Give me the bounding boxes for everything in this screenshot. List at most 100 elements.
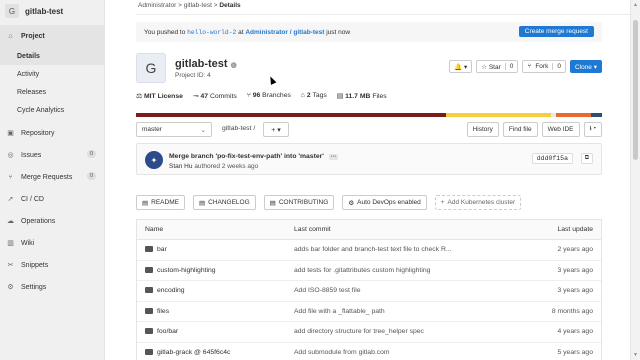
- commit-title[interactable]: Merge branch 'po-fix-test-env-path' into…: [169, 153, 339, 160]
- star-button[interactable]: ☆ Star 0: [476, 60, 519, 73]
- clone-dropdown[interactable]: Clone ▾: [569, 60, 602, 73]
- file-icon: ▤: [198, 199, 206, 207]
- file-last-commit[interactable]: add tests for .gitattributes custom high…: [294, 267, 430, 274]
- branch-icon: ⑂: [246, 92, 251, 99]
- sidebar-sub-activity[interactable]: Activity: [0, 65, 104, 83]
- files-link[interactable]: ▤ 11.7 MB Files: [337, 92, 387, 100]
- file-name-text: bar: [157, 246, 167, 253]
- file-name[interactable]: custom-highlighting: [145, 266, 216, 274]
- sidebar-item-merge-requests[interactable]: ⑂ Merge Requests 0: [0, 166, 104, 188]
- gear-icon: ⚙: [348, 199, 355, 207]
- sidebar-item-label: CI / CD: [21, 195, 44, 203]
- commit-message: Merge branch 'po-fix-test-env-path' into…: [169, 153, 324, 160]
- file-last-commit[interactable]: adds bar folder and branch-test text fil…: [294, 246, 452, 253]
- file-last-commit[interactable]: Add file with a _flattable_ path: [294, 308, 385, 315]
- sidebar-sub-releases[interactable]: Releases: [0, 83, 104, 101]
- breadcrumb-details[interactable]: Details: [219, 2, 240, 9]
- sidebar-item-wiki[interactable]: ▥ Wiki: [0, 232, 104, 254]
- file-tree-table: Name Last commit Last update bar adds ba…: [136, 219, 602, 360]
- folder-icon: [145, 266, 153, 273]
- branch-selector[interactable]: master ⌄: [136, 122, 212, 137]
- find-file-button[interactable]: Find file: [502, 122, 538, 137]
- sidebar-item-ci-cd[interactable]: ➚ CI / CD: [0, 188, 104, 210]
- commit-sha[interactable]: ddd0f15a: [531, 153, 573, 164]
- file-icon: ▤: [336, 93, 344, 100]
- table-row[interactable]: foo/bar add directory structure for tree…: [137, 322, 601, 343]
- mouse-cursor-icon: [267, 75, 277, 85]
- file-name[interactable]: files: [145, 307, 169, 315]
- contributing-label: CONTRIBUTING: [278, 199, 329, 206]
- download-dropdown[interactable]: ⭳ ▾: [583, 122, 602, 137]
- fork-button[interactable]: ⑂ Fork 0: [522, 60, 566, 73]
- sidebar-sub-details[interactable]: Details: [0, 47, 104, 65]
- book-icon: ▣: [7, 130, 14, 137]
- language-bar[interactable]: [136, 113, 602, 117]
- copy-icon[interactable]: ⧉: [580, 153, 593, 164]
- auto-devops-button[interactable]: ⚙ Auto DevOps enabled: [342, 195, 427, 210]
- sidebar-sub-cycle-analytics[interactable]: Cycle Analytics: [0, 101, 104, 119]
- breadcrumb-project[interactable]: gitlab-test: [184, 2, 212, 9]
- sidebar-item-issues[interactable]: ◎ Issues 0: [0, 144, 104, 166]
- table-row[interactable]: encoding Add ISO-8859 test file 3 years …: [137, 281, 601, 302]
- sidebar-item-repository[interactable]: ▣ Repository: [0, 122, 104, 144]
- scroll-up-icon[interactable]: ▲: [633, 2, 638, 8]
- sidebar-project-header[interactable]: G gitlab-test: [0, 0, 104, 22]
- table-row[interactable]: bar adds bar folder and branch-test text…: [137, 240, 601, 261]
- file-name[interactable]: encoding: [145, 287, 185, 294]
- file-name[interactable]: gitlab-grack @ 645f6c4c: [145, 348, 230, 356]
- project-actions: 🔔 ▾ ☆ Star 0 ⑂ Fork 0 Clone ▾: [449, 60, 602, 73]
- sidebar-item-settings[interactable]: ⚙ Settings: [0, 276, 104, 298]
- create-merge-request-button[interactable]: Create merge request: [518, 26, 594, 37]
- commits-count: 47: [200, 93, 209, 100]
- clone-label: Clone ▾: [574, 63, 597, 71]
- table-row[interactable]: custom-highlighting add tests for .gitat…: [137, 261, 601, 281]
- banner-branch[interactable]: hello-world-2: [187, 29, 236, 36]
- fork-count[interactable]: 0: [552, 63, 565, 70]
- file-last-commit[interactable]: Add submodule from gitlab.com: [294, 349, 390, 356]
- file-last-commit[interactable]: add directory structure for tree_helper …: [294, 328, 424, 335]
- table-row[interactable]: files Add file with a _flattable_ path 8…: [137, 302, 601, 322]
- sidebar-item-operations[interactable]: ☁ Operations: [0, 210, 104, 232]
- wiki-icon: ▥: [7, 240, 14, 247]
- notification-dropdown[interactable]: 🔔 ▾: [449, 60, 473, 73]
- commits-link[interactable]: ⊸ 47 Commits: [193, 92, 237, 100]
- license-link[interactable]: ⚖ MIT License: [136, 92, 183, 100]
- page-scrollbar[interactable]: ▲ ▼: [630, 0, 640, 360]
- breadcrumb-admin[interactable]: Administrator: [138, 2, 176, 9]
- file-name[interactable]: bar: [145, 246, 167, 253]
- add-kubernetes-cluster-button[interactable]: + Add Kubernetes cluster: [434, 195, 522, 210]
- breadcrumb-separator: >: [213, 2, 218, 9]
- repo-path[interactable]: gitlab-test /: [222, 125, 255, 132]
- sidebar-item-project[interactable]: ⌂ Project: [0, 25, 104, 47]
- readme-label: README: [151, 199, 179, 206]
- push-banner: You pushed to hello-world-2 at Administr…: [136, 22, 602, 42]
- fork-label: Fork: [535, 63, 549, 70]
- sidebar-item-snippets[interactable]: ✂ Snippets: [0, 254, 104, 276]
- scrollbar-thumb[interactable]: [633, 20, 638, 160]
- banner-repo-link[interactable]: Administrator / gitlab-test: [245, 29, 324, 36]
- file-last-commit[interactable]: Add ISO-8859 test file: [294, 287, 361, 294]
- changelog-button[interactable]: ▤ CHANGELOG: [192, 195, 256, 210]
- sidebar-item-label: Wiki: [21, 239, 35, 247]
- star-count[interactable]: 0: [504, 63, 518, 70]
- globe-icon: ◍: [230, 62, 237, 69]
- table-row[interactable]: gitlab-grack @ 645f6c4c Add submodule fr…: [137, 343, 601, 360]
- folder-icon: [145, 246, 153, 252]
- commit-author[interactable]: Stan Hu: [169, 163, 193, 170]
- language-segment: [136, 113, 446, 117]
- readme-button[interactable]: ▤ README: [136, 195, 185, 210]
- tags-link[interactable]: ⌂ 2 Tags: [301, 92, 327, 100]
- file-name[interactable]: foo/bar: [145, 328, 178, 335]
- contributing-button[interactable]: ▤ CONTRIBUTING: [263, 195, 335, 210]
- commit-author-avatar[interactable]: ✦: [145, 151, 163, 169]
- sidebar-item-label: Merge Requests: [21, 173, 73, 181]
- branches-link[interactable]: ⑂ 96 Branches: [247, 92, 291, 100]
- history-button[interactable]: History: [466, 122, 499, 137]
- add-to-tree-dropdown[interactable]: + ▾: [263, 122, 289, 137]
- bell-icon: 🔔 ▾: [454, 63, 468, 71]
- scroll-down-icon[interactable]: ▼: [633, 352, 638, 358]
- banner-at: at: [238, 28, 244, 36]
- expand-commit-button[interactable]: ···: [328, 154, 339, 160]
- web-ide-button[interactable]: Web IDE: [541, 122, 580, 137]
- merge-request-icon: ⑂: [8, 173, 13, 181]
